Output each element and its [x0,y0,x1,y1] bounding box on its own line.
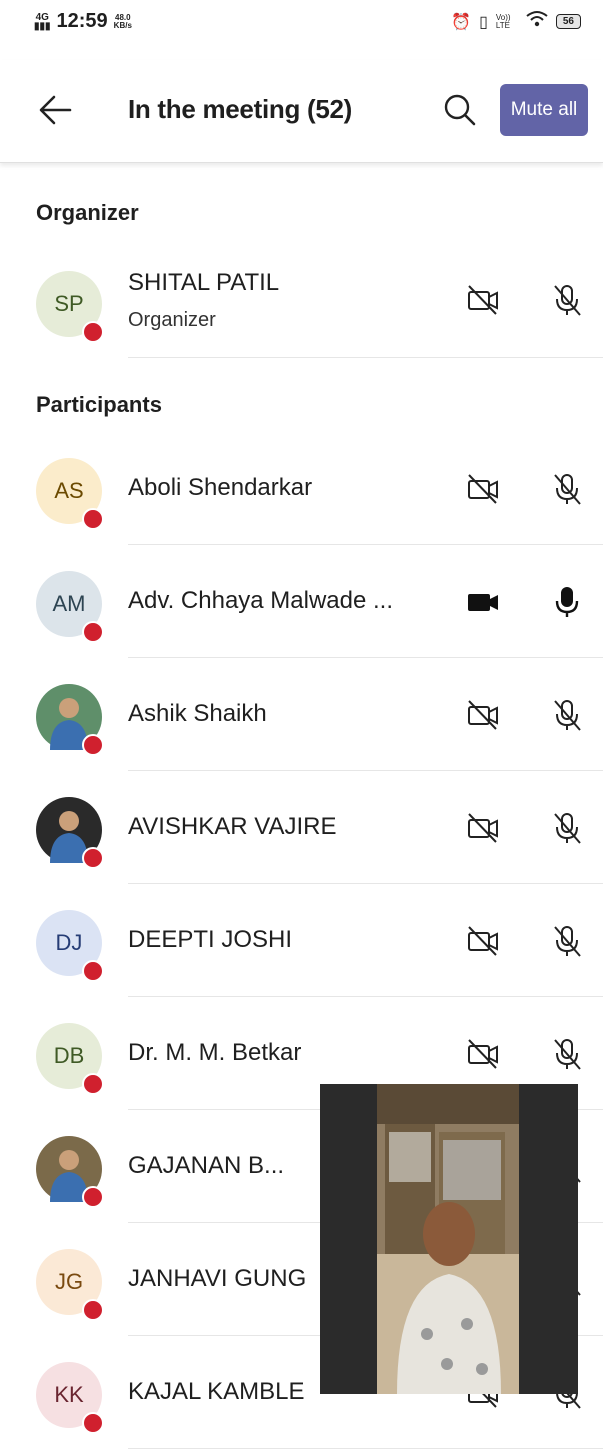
participant-row[interactable]: DJ DEEPTI JOSHI [0,884,603,997]
mute-all-button[interactable]: Mute all [500,84,588,136]
mic-off-icon [552,1037,582,1071]
meeting-header: In the meeting (52) Mute all [0,60,603,163]
alarm-icon: ⏰ [451,13,472,31]
camera-off-icon [466,283,500,317]
participant-row[interactable]: Ashik Shaikh [0,658,603,771]
participant-name: Adv. Chhaya Malwade ... [128,587,394,614]
search-icon [444,94,476,126]
avatar-initials: AM [52,591,86,616]
participant-row[interactable]: AVISHKAR VAJIRE [0,771,603,884]
video-feed [377,1084,519,1394]
presence-busy-icon [82,1299,104,1321]
participant-row[interactable]: AM Adv. Chhaya Malwade ... [0,545,603,658]
mic-off-icon [552,472,582,506]
organizer-section-title: Organizer [36,200,139,225]
mic-off-icon [552,283,582,317]
participant-name: Ashik Shaikh [128,700,267,727]
participant-name: SHITAL PATIL [128,269,280,296]
mic-off-icon [552,811,582,845]
presence-busy-icon [82,734,104,756]
avatar-initials: AS [54,478,84,503]
speed-unit: KB/s [113,20,132,30]
status-bar: 4G ▮▮▮ 12:59 48.0 KB/s ⏰ ▯ Vo)) LTE 56 [0,0,603,46]
volte-icon: Vo)) LTE [495,12,511,30]
participant-name: Dr. M. M. Betkar [128,1039,302,1066]
presence-busy-icon [82,508,104,530]
avatar-initials: KK [54,1382,84,1407]
presence-busy-icon [82,1186,104,1208]
vibrate-icon: ▯ [479,13,488,31]
mic-off-icon [552,924,582,958]
search-button[interactable] [440,90,480,130]
video-tile[interactable] [320,1084,578,1394]
participant-name: DEEPTI JOSHI [128,926,293,953]
camera-off-icon [466,1037,500,1071]
presence-busy-icon [82,1412,104,1434]
back-button[interactable] [36,90,76,130]
network-indicator: 4G ▮▮▮ [34,12,51,32]
camera-off-icon [466,924,500,958]
participants-section-title: Participants [36,392,162,417]
mic-on-icon [552,585,582,619]
status-right: ⏰ ▯ Vo)) LTE 56 [451,10,581,33]
camera-off-icon [466,698,500,732]
row-divider [128,357,603,358]
camera-off-icon [466,472,500,506]
participant-role: Organizer [128,309,216,331]
avatar-initials: DJ [55,930,83,955]
presence-busy-icon [82,321,104,343]
participant-row[interactable]: AS Aboli Shendarkar [0,432,603,545]
camera-on-icon [466,585,500,619]
participant-name: AVISHKAR VAJIRE [128,813,337,840]
participant-name: Aboli Shendarkar [128,474,313,501]
signal-icon: ▮▮▮ [34,20,51,32]
arrow-left-icon [39,95,72,125]
avatar-initials: SP [54,291,84,316]
avatar-initials: JG [54,1269,84,1294]
avatar-initials: DB [53,1043,85,1068]
wifi-icon [526,10,548,33]
status-left: 4G ▮▮▮ 12:59 48.0 KB/s [34,10,132,33]
organizer-row[interactable]: SP SHITAL PATIL Organizer [0,245,603,358]
presence-busy-icon [82,960,104,982]
participant-name: KAJAL KAMBLE [128,1378,305,1405]
page-title: In the meeting (52) [128,94,352,124]
status-time: 12:59 [56,10,108,32]
participant-name: GAJANAN B... [128,1152,285,1179]
presence-busy-icon [82,1073,104,1095]
camera-off-icon [466,811,500,845]
presence-busy-icon [82,847,104,869]
participant-name: JANHAVI GUNG [128,1265,307,1292]
network-speed: 48.0 KB/s [113,13,132,30]
presence-busy-icon [82,621,104,643]
mic-off-icon [552,698,582,732]
battery-icon: 56 [555,14,581,29]
